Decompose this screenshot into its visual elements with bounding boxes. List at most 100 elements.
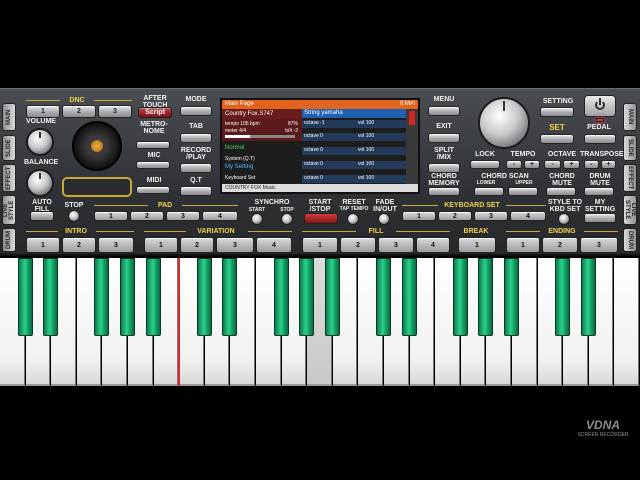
black-key[interactable] <box>580 258 596 336</box>
black-key[interactable] <box>43 258 59 336</box>
metronome-button[interactable] <box>136 141 170 149</box>
volume-knob[interactable] <box>26 128 54 156</box>
script-button[interactable]: Script <box>138 107 172 118</box>
voice-row-1[interactable]: String yamaha <box>302 109 410 118</box>
data-dial[interactable] <box>72 121 122 171</box>
kbset-button-1[interactable]: 1 <box>402 211 436 221</box>
left-tab-live-style[interactable]: LIVE STYLE <box>2 195 16 225</box>
tab-button[interactable] <box>180 133 212 143</box>
power-button[interactable] <box>584 95 616 117</box>
split-mix-button[interactable] <box>428 163 460 173</box>
black-key[interactable] <box>273 258 289 336</box>
set-button[interactable] <box>540 134 574 144</box>
right-tab-effect[interactable]: EFFECT <box>623 164 637 192</box>
black-key[interactable] <box>324 258 340 336</box>
fill-button-2[interactable]: 2 <box>340 237 376 253</box>
voice-row-6[interactable]: octave 0 vol 100 <box>302 175 410 183</box>
voice-row-3[interactable]: octave 0 vol 100 <box>302 133 410 141</box>
setting-button[interactable] <box>540 107 574 117</box>
transpose-plus-button[interactable]: + <box>601 160 616 169</box>
piano-keyboard[interactable] <box>0 258 640 388</box>
chord-scan-upper-button[interactable] <box>508 187 538 196</box>
style-info-panel[interactable]: Country Fox.S747 tempo 105 bpm 87% meter… <box>222 109 302 189</box>
intro-button-3[interactable]: 3 <box>98 237 134 253</box>
tempo-plus-button[interactable]: + <box>524 160 540 169</box>
synchro-stop-toggle[interactable] <box>281 213 293 225</box>
transpose-minus-button[interactable]: - <box>584 160 599 169</box>
display-scroll-strip[interactable] <box>406 109 418 189</box>
left-tab-main[interactable]: MAIN <box>2 103 16 131</box>
tempo-knob[interactable] <box>478 97 530 149</box>
left-tab-slide[interactable]: SLIDE <box>2 135 16 161</box>
stop-toggle[interactable] <box>68 210 80 222</box>
drum-mute-button[interactable] <box>584 187 614 196</box>
black-key[interactable] <box>222 258 238 336</box>
ending-button-3[interactable]: 3 <box>580 237 618 253</box>
pad-button-4[interactable]: 4 <box>202 211 238 221</box>
variation-button-2[interactable]: 2 <box>180 237 214 253</box>
synchro-start-toggle[interactable] <box>251 213 263 225</box>
kbset-button-4[interactable]: 4 <box>510 211 546 221</box>
pad-button-2[interactable]: 2 <box>130 211 164 221</box>
black-key[interactable] <box>94 258 110 336</box>
exit-button[interactable] <box>428 133 460 143</box>
record-play-button[interactable] <box>180 163 212 173</box>
dnc-button-2[interactable]: 2 <box>62 105 96 118</box>
white-key[interactable] <box>614 258 639 386</box>
start-stop-button[interactable] <box>304 213 338 224</box>
kbset-button-3[interactable]: 3 <box>474 211 508 221</box>
dnc-button-3[interactable]: 3 <box>98 105 132 118</box>
black-key[interactable] <box>17 258 33 336</box>
black-key[interactable] <box>401 258 417 336</box>
black-key[interactable] <box>504 258 519 336</box>
menu-button[interactable] <box>428 106 460 116</box>
right-tab-drum[interactable]: DRUM <box>623 228 637 252</box>
black-key[interactable] <box>299 258 315 336</box>
black-key[interactable] <box>145 258 161 336</box>
variation-button-4[interactable]: 4 <box>256 237 292 253</box>
octave-minus-button[interactable]: - <box>544 160 561 169</box>
voice-row-2[interactable]: octave -1 vol 100 <box>302 120 410 128</box>
left-tab-drum[interactable]: DRUM <box>2 228 16 252</box>
balance-knob[interactable] <box>26 169 54 197</box>
right-tab-main[interactable]: MAIN <box>623 103 637 131</box>
mode-button[interactable] <box>180 106 212 116</box>
fill-button-3[interactable]: 3 <box>378 237 414 253</box>
black-key[interactable] <box>452 258 468 336</box>
black-key[interactable] <box>376 258 391 336</box>
black-key[interactable] <box>555 258 571 336</box>
break-button-1[interactable]: 1 <box>458 237 496 253</box>
lock-button[interactable] <box>470 160 500 169</box>
auto-fill-button[interactable] <box>30 211 54 221</box>
ending-button-1[interactable]: 1 <box>506 237 540 253</box>
voice-row-4[interactable]: octave 0 vol 100 <box>302 147 410 155</box>
kbset-button-2[interactable]: 2 <box>438 211 472 221</box>
intro-button-2[interactable]: 2 <box>62 237 96 253</box>
main-display[interactable]: Main Page 0:M#! Country Fox.S747 tempo 1… <box>220 98 420 194</box>
right-tab-live-style[interactable]: LIVE STYLE <box>623 195 637 225</box>
intro-button-1[interactable]: 1 <box>26 237 60 253</box>
my-setting-button[interactable] <box>584 213 616 223</box>
pedal-button[interactable] <box>584 134 616 144</box>
voices-panel[interactable]: String yamaha octave -1 vol 100 octave 0 v… <box>302 109 410 189</box>
midi-button[interactable] <box>136 186 170 194</box>
chord-scan-lower-button[interactable] <box>474 187 504 196</box>
left-tab-effect[interactable]: EFFECT <box>2 164 16 192</box>
chord-mute-button[interactable] <box>546 187 576 196</box>
fade-toggle[interactable] <box>378 213 390 225</box>
pad-button-3[interactable]: 3 <box>166 211 200 221</box>
ending-button-2[interactable]: 2 <box>542 237 578 253</box>
variation-button-3[interactable]: 3 <box>216 237 254 253</box>
fill-button-4[interactable]: 4 <box>416 237 450 253</box>
reset-toggle[interactable] <box>347 213 359 225</box>
black-key[interactable] <box>196 258 212 336</box>
fill-button-1[interactable]: 1 <box>302 237 338 253</box>
qt-button[interactable] <box>180 186 212 196</box>
right-tab-slide[interactable]: SLIDE <box>623 135 637 161</box>
pad-button-1[interactable]: 1 <box>94 211 128 221</box>
mic-button[interactable] <box>136 161 170 169</box>
black-key[interactable] <box>478 258 494 336</box>
dnc-button-1[interactable]: 1 <box>26 105 60 118</box>
chord-memory-button[interactable] <box>428 187 460 196</box>
tempo-minus-button[interactable]: - <box>506 160 522 169</box>
